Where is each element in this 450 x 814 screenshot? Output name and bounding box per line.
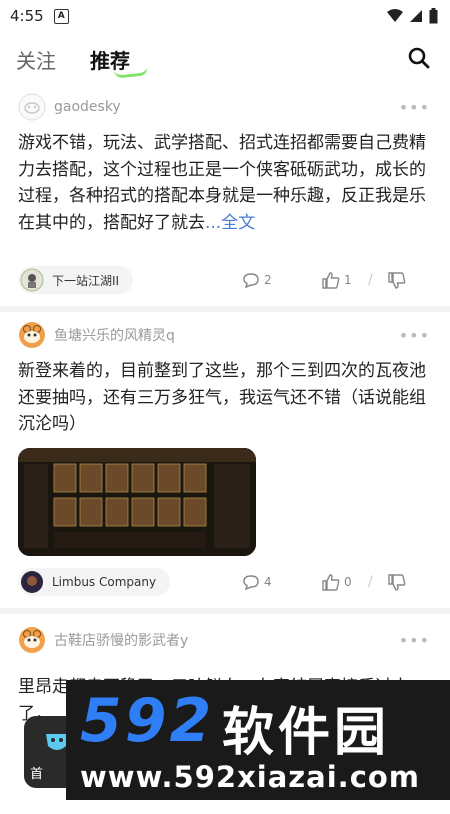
post-card[interactable]: 鱼塘兴乐的风精灵q ••• 新登来着的，目前整到了这些，那个三到四次的瓦夜池还要… bbox=[0, 312, 450, 614]
like-button[interactable]: 0 bbox=[322, 573, 352, 591]
author-name[interactable]: gaodesky bbox=[54, 99, 121, 115]
watermark-overlay: 592 软件园 www.592xiazai.com bbox=[66, 680, 450, 800]
watermark-url: www.592xiazai.com bbox=[80, 760, 421, 794]
post-text[interactable]: 新登来着的，目前整到了这些，那个三到四次的瓦夜池还要抽吗，还有三万多狂气，我运气… bbox=[0, 358, 450, 438]
game-icon bbox=[21, 571, 43, 593]
post-text[interactable]: 游戏不错，玩法、武学搭配、招式连招都需要自己费精力去搭配，这个过程也正是一个侠客… bbox=[0, 130, 450, 236]
status-time: 4:55 bbox=[10, 7, 44, 25]
notification-icon: A bbox=[53, 8, 69, 24]
divider: / bbox=[368, 574, 373, 590]
battery-icon bbox=[429, 8, 438, 24]
post-image[interactable] bbox=[18, 447, 256, 556]
comment-icon bbox=[243, 273, 259, 288]
avatar[interactable] bbox=[18, 626, 46, 654]
search-icon[interactable] bbox=[406, 45, 432, 71]
dislike-button[interactable] bbox=[388, 573, 406, 591]
game-topic-tag[interactable]: Limbus Company bbox=[18, 568, 171, 596]
author-name[interactable]: 古鞋店骄慢的影武者y bbox=[54, 630, 188, 650]
dislike-button[interactable] bbox=[388, 271, 406, 289]
thumbs-up-icon bbox=[322, 271, 340, 289]
like-button[interactable]: 1 bbox=[322, 271, 352, 289]
expand-full-link[interactable]: ...全文 bbox=[205, 213, 255, 233]
tab-following[interactable]: 关注 bbox=[16, 45, 56, 74]
signal-icon bbox=[410, 10, 422, 22]
game-icon bbox=[20, 268, 44, 292]
more-options-icon[interactable]: ••• bbox=[399, 631, 430, 650]
game-screenshot-image bbox=[18, 447, 256, 556]
author-name[interactable]: 鱼塘兴乐的风精灵q bbox=[54, 325, 175, 345]
game-topic-tag[interactable]: 下一站江湖II bbox=[18, 266, 134, 294]
more-options-icon[interactable]: ••• bbox=[399, 98, 430, 117]
avatar[interactable] bbox=[18, 321, 46, 349]
thumbs-down-icon bbox=[388, 271, 406, 289]
comment-button[interactable]: 2 bbox=[242, 272, 272, 288]
comment-icon bbox=[243, 575, 259, 590]
more-options-icon[interactable]: ••• bbox=[399, 326, 430, 345]
wifi-icon bbox=[387, 9, 403, 22]
post-card[interactable]: gaodesky ••• 游戏不错，玩法、武学搭配、招式连招都需要自己费精力去搭… bbox=[0, 84, 450, 312]
top-tab-bar: 关注 推荐 bbox=[0, 36, 450, 82]
tab-recommended[interactable]: 推荐 bbox=[90, 45, 149, 79]
watermark-brand: 592 bbox=[80, 686, 215, 756]
avatar[interactable] bbox=[18, 93, 46, 121]
watermark-brand-cn: 软件园 bbox=[222, 703, 391, 763]
status-bar: 4:55 A bbox=[0, 0, 450, 32]
divider: / bbox=[368, 272, 373, 288]
thumbs-down-icon bbox=[388, 573, 406, 591]
thumbs-up-icon bbox=[322, 573, 340, 591]
comment-button[interactable]: 4 bbox=[242, 574, 272, 590]
